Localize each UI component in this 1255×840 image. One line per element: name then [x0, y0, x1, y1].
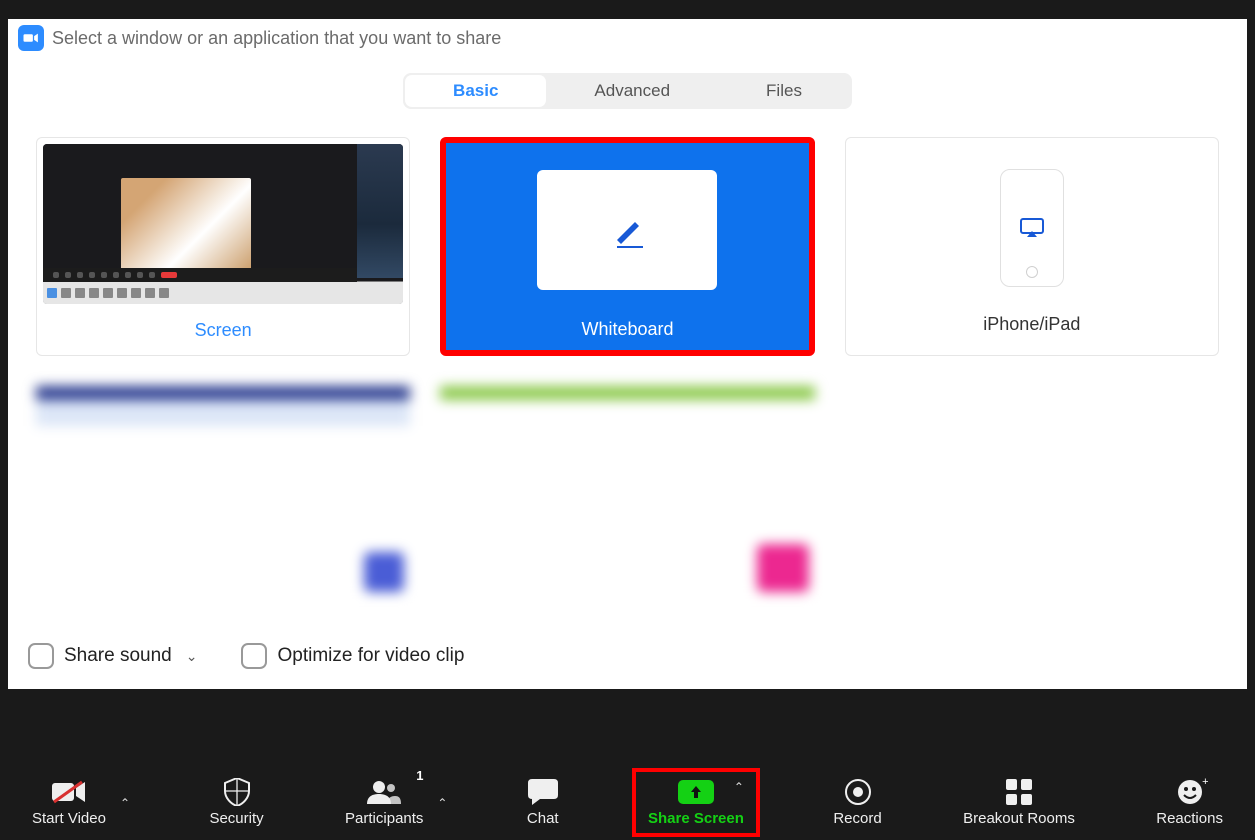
chevron-up-icon[interactable]: ⌃ — [431, 796, 453, 810]
security-button[interactable]: Security — [201, 772, 271, 833]
checkbox-label: Optimize for video clip — [277, 645, 464, 667]
share-option-label: Whiteboard — [581, 319, 673, 340]
share-option-whiteboard[interactable]: Whiteboard — [440, 137, 814, 356]
airplay-icon — [1020, 218, 1044, 238]
tab-files[interactable]: Files — [718, 75, 850, 107]
share-options-grid: Screen Whiteboard — [8, 117, 1247, 627]
toolbar-label: Reactions — [1156, 810, 1223, 827]
toolbar-label: Chat — [527, 810, 559, 827]
toolbar-label: Security — [209, 810, 263, 827]
share-option-label: Screen — [195, 320, 252, 341]
zoom-logo-icon — [18, 25, 44, 51]
app-thumbnail-blurred — [36, 386, 410, 596]
checkbox-icon — [241, 643, 267, 669]
share-option-app-1[interactable] — [36, 386, 410, 606]
record-button[interactable]: Record — [825, 772, 889, 833]
dialog-header: Select a window or an application that y… — [8, 19, 1247, 57]
optimize-video-checkbox[interactable]: Optimize for video clip — [241, 643, 464, 669]
start-video-button[interactable]: Start Video — [24, 772, 114, 833]
toolbar-label: Breakout Rooms — [963, 810, 1075, 827]
chat-icon — [528, 778, 558, 806]
toolbar-label: Participants — [345, 810, 423, 827]
dialog-footer: Share sound ⌄ Optimize for video clip — [8, 627, 1247, 689]
share-option-app-2[interactable] — [440, 386, 814, 606]
record-icon — [845, 778, 871, 806]
share-option-iphone-ipad[interactable]: iPhone/iPad — [845, 137, 1219, 356]
tab-basic[interactable]: Basic — [405, 75, 546, 107]
shield-icon — [224, 778, 250, 806]
iphone-thumbnail — [846, 138, 1218, 298]
toolbar-label: Start Video — [32, 810, 106, 827]
participants-button[interactable]: 1 Participants — [337, 772, 431, 833]
chevron-up-icon[interactable]: ⌃ — [114, 796, 136, 810]
share-screen-button[interactable]: Share Screen ⌃ — [632, 768, 760, 837]
share-tab-bar: Basic Advanced Files — [8, 73, 1247, 109]
breakout-rooms-button[interactable]: Breakout Rooms — [955, 772, 1083, 833]
chat-button[interactable]: Chat — [519, 772, 567, 833]
video-off-icon — [52, 778, 86, 806]
toolbar-label: Record — [833, 810, 881, 827]
meeting-toolbar: Start Video ⌃ Security 1 Participants ⌃ … — [0, 765, 1255, 840]
participants-icon — [367, 778, 401, 806]
whiteboard-thumbnail — [446, 143, 808, 303]
checkbox-label: Share sound — [64, 645, 172, 667]
reactions-button[interactable]: + Reactions — [1148, 772, 1231, 833]
screen-thumbnail — [43, 144, 403, 304]
chevron-down-icon[interactable]: ⌄ — [182, 648, 202, 665]
tab-advanced[interactable]: Advanced — [546, 75, 718, 107]
dialog-title: Select a window or an application that y… — [52, 28, 501, 49]
checkbox-icon — [28, 643, 54, 669]
tab-group: Basic Advanced Files — [403, 73, 852, 109]
participants-count: 1 — [416, 768, 423, 783]
plus-icon: + — [1202, 776, 1208, 788]
pen-icon — [607, 210, 647, 250]
share-screen-dialog: Select a window or an application that y… — [8, 19, 1247, 689]
smiley-icon: + — [1177, 778, 1203, 806]
grid-icon — [1006, 778, 1032, 806]
share-option-screen[interactable]: Screen — [36, 137, 410, 356]
chevron-up-icon[interactable]: ⌃ — [728, 780, 750, 794]
toolbar-label: Share Screen — [648, 810, 744, 827]
app-thumbnail-blurred — [440, 386, 814, 596]
share-up-icon — [678, 780, 714, 804]
share-sound-checkbox[interactable]: Share sound ⌄ — [28, 643, 201, 669]
share-option-label: iPhone/iPad — [983, 314, 1080, 335]
